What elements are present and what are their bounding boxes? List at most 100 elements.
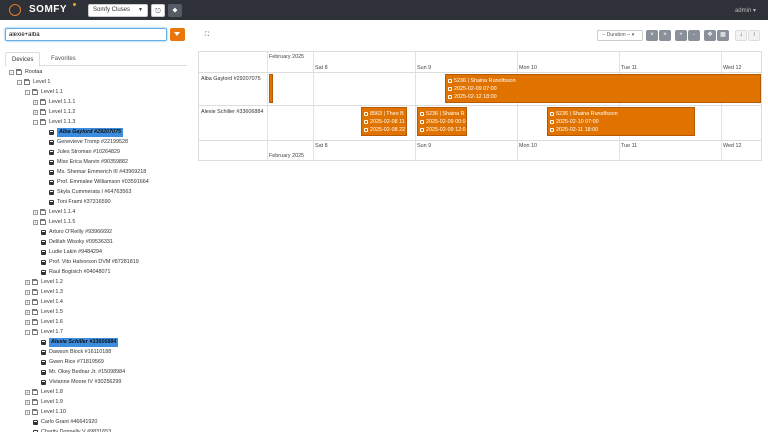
expand-icon[interactable]: +: [25, 279, 30, 285]
tab-devices[interactable]: Devices: [5, 52, 41, 67]
calendar-icon: [448, 86, 452, 91]
tree-device-row[interactable]: Genevieve Tromp #22199528: [0, 137, 190, 147]
expand-icon[interactable]: +: [33, 99, 38, 105]
tree-folder-row[interactable]: + Level 1.6: [0, 317, 190, 327]
tree-folder-row[interactable]: + Level 1.10: [0, 407, 190, 417]
device-icon: [49, 129, 54, 135]
expand-icon[interactable]: +: [25, 309, 30, 315]
expand-icon[interactable]: +: [25, 299, 30, 305]
folder-icon: [40, 118, 46, 125]
tree-label: Level 1.1.4: [49, 209, 76, 215]
tree-device-row[interactable]: Arturo O'Reilly #93966692: [0, 227, 190, 237]
tree-device-row[interactable]: Miss Erica Marvin #90359882: [0, 157, 190, 167]
tree-device-row[interactable]: Prof. Vito Halvorson DVM #87281819: [0, 257, 190, 267]
tree-label: Jules Stroman #10264829: [57, 149, 120, 155]
tree-folder-row[interactable]: + Level 1.1.4: [0, 207, 190, 217]
duration-select[interactable]: -- Duration -- ▾: [597, 30, 643, 41]
expand-icon[interactable]: +: [25, 289, 30, 295]
tree-device-row[interactable]: Carlo Grant #46641920: [0, 417, 190, 427]
grid-button[interactable]: ▦: [717, 30, 729, 41]
user-menu[interactable]: admin ▾: [735, 7, 756, 14]
upload-button[interactable]: ↑: [748, 30, 760, 41]
tree-device-row[interactable]: Jules Stroman #10264829: [0, 147, 190, 157]
tree-folder-row[interactable]: - Rootaa: [0, 67, 190, 77]
collapse-icon[interactable]: -: [9, 69, 14, 75]
tree-folder-row[interactable]: + Level 1.1.5: [0, 217, 190, 227]
expand-icon[interactable]: +: [33, 109, 38, 115]
tree-label: Level 1.7: [41, 329, 63, 335]
timeline-item[interactable]: [269, 74, 273, 103]
tree-folder-row[interactable]: - Level 1.1: [0, 87, 190, 97]
clear-button[interactable]: ×: [646, 30, 658, 41]
day-label: Wed 12: [723, 65, 742, 71]
tree-device-row[interactable]: Ms. Shemar Emmerich III #43969218: [0, 167, 190, 177]
tree-label: Genevieve Tromp #22199528: [57, 139, 129, 145]
search-input[interactable]: [5, 28, 167, 41]
expand-icon[interactable]: +: [25, 399, 30, 405]
tree-folder-row[interactable]: - Level 1: [0, 77, 190, 87]
tree-folder-row[interactable]: + Level 1.3: [0, 287, 190, 297]
tree-folder-row[interactable]: - Level 1.1.3: [0, 117, 190, 127]
device-icon: [41, 259, 46, 265]
tree-folder-row[interactable]: + Level 1.4: [0, 297, 190, 307]
tree-device-row[interactable]: Toni Frami #37316590: [0, 197, 190, 207]
device-icon: [550, 111, 554, 116]
tree-label: Level 1.9: [41, 399, 63, 405]
tree-device-row[interactable]: Ludie Lakin #9484294: [0, 247, 190, 257]
tab-favorites[interactable]: Favorites: [45, 52, 82, 66]
move-button[interactable]: ✥: [704, 30, 716, 41]
device-icon: [420, 111, 424, 116]
filter-button[interactable]: [170, 28, 185, 41]
expand-icon[interactable]: +: [25, 319, 30, 325]
tree-folder-row[interactable]: + Level 1.9: [0, 397, 190, 407]
collapse-icon[interactable]: -: [25, 329, 30, 335]
collapse-icon[interactable]: -: [25, 89, 30, 95]
tree-device-row[interactable]: Alba Gaylord #29207075: [0, 127, 190, 137]
tree-device-row[interactable]: Skyla Cummerata I #64763563: [0, 187, 190, 197]
collapse-icon[interactable]: -: [33, 119, 38, 125]
tree-device-row[interactable]: Delilah Wisoky #09536331: [0, 237, 190, 247]
tree-device-row[interactable]: Raul Bogisich #04048071: [0, 267, 190, 277]
expand-icon[interactable]: +: [33, 209, 38, 215]
zoom-out-button[interactable]: -: [688, 30, 700, 41]
tree-device-row[interactable]: Mr. Okey Bednar Jr. #15098984: [0, 367, 190, 377]
zoom-in-button[interactable]: +: [675, 30, 687, 41]
tag-button[interactable]: ⬥: [168, 4, 182, 17]
tree-device-row[interactable]: Gwen Rice #71819569: [0, 357, 190, 367]
tree-folder-row[interactable]: + Level 1.5: [0, 307, 190, 317]
tree-label: Level 1.5: [41, 309, 63, 315]
tree-folder-row[interactable]: + Level 1.8: [0, 387, 190, 397]
folder-icon: [32, 308, 38, 315]
download-button[interactable]: ↓: [735, 30, 747, 41]
tree-device-row[interactable]: Alexie Schiller #33606884: [0, 337, 190, 347]
clear-all-button[interactable]: ×: [659, 30, 671, 41]
tree-label: Level 1.8: [41, 389, 63, 395]
expand-icon[interactable]: +: [25, 409, 30, 415]
timeline-item[interactable]: 5236 | Shaina R 2025-02-09 00:0 2025-02-…: [417, 107, 467, 136]
day-label: Sat 8: [315, 143, 328, 149]
tree-folder-row[interactable]: + Level 1.1.2: [0, 107, 190, 117]
tree-folder-row[interactable]: - Level 1.7: [0, 327, 190, 337]
expand-icon[interactable]: +: [25, 389, 30, 395]
tree-folder-row[interactable]: + Level 1.1.1: [0, 97, 190, 107]
tree-device-row[interactable]: Charity Donnelly V #9831653: [0, 427, 190, 432]
tree-label: Skyla Cummerata I #64763563: [57, 189, 132, 195]
expand-icon[interactable]: +: [33, 219, 38, 225]
fullscreen-button[interactable]: ⛶: [201, 30, 213, 41]
tree-device-row[interactable]: Prof. Emmalee Williamson #03591664: [0, 177, 190, 187]
tree-label: Level 1.4: [41, 299, 63, 305]
timeline-item[interactable]: 8563 | Theo B 2025-02-08 11 2025-02-08 2…: [361, 107, 407, 136]
collapse-icon[interactable]: -: [17, 79, 22, 85]
tree-device-row[interactable]: Vivianne Moore IV #30256299: [0, 377, 190, 387]
day-label: Sun 9: [417, 65, 432, 71]
project-select[interactable]: Somfy Cluses ▼: [88, 4, 148, 17]
tree-device-row[interactable]: Dawson Block #16110188: [0, 347, 190, 357]
device-icon: [41, 229, 46, 235]
timeline-item[interactable]: 5236 | Shaina Runolfsson 2025-02-09 07:0…: [445, 74, 761, 103]
sign-out-button[interactable]: ⎋: [151, 4, 165, 17]
timeline[interactable]: February 2025 Sat 8 Sun 9 Mon 10 Tue 11 …: [198, 51, 762, 161]
device-icon: [41, 269, 46, 275]
timeline-item[interactable]: 5236 | Shaina Runolfsson 2025-02-10 07:0…: [547, 107, 695, 136]
month-label-top: February 2025: [269, 54, 305, 60]
tree-folder-row[interactable]: + Level 1.2: [0, 277, 190, 287]
